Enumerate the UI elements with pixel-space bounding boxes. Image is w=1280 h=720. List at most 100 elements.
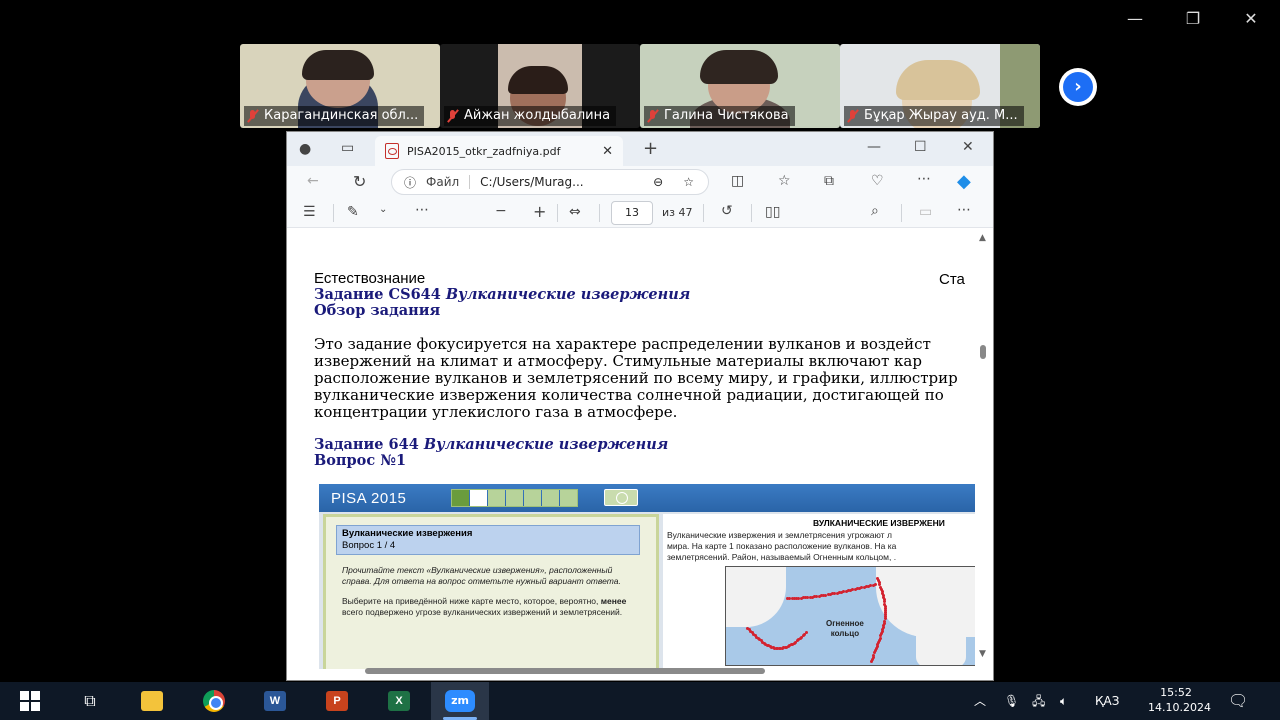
show-hidden-icons[interactable]: ︿	[974, 682, 986, 720]
volcano-map[interactable]: Огненное кольцо	[725, 566, 975, 666]
participant-tile[interactable]: Карагандинская обл...	[240, 44, 440, 128]
pisa-header: PISA 2015	[319, 484, 975, 512]
pisa-screenshot: PISA 2015 Вулканические извержения Вопро…	[319, 484, 975, 669]
split-screen-icon[interactable]: ◫	[731, 173, 744, 189]
stimulus-title: ВУЛКАНИЧЕСКИЕ ИЗВЕРЖЕНИ	[813, 518, 945, 528]
tab-close-icon[interactable]: ✕	[602, 144, 613, 159]
file-explorer-icon[interactable]	[138, 687, 166, 715]
save-icon[interactable]: ▭	[919, 204, 932, 220]
timer-icon	[604, 489, 638, 506]
maximize-icon[interactable]: ☐	[914, 139, 927, 155]
zoom-out-icon[interactable]: −	[495, 203, 507, 219]
notifications-icon[interactable]: 🗨︎	[1228, 682, 1248, 720]
pisa-title: PISA 2015	[331, 490, 407, 507]
participant-tile[interactable]: Бұқар Жырау ауд. М...	[840, 44, 1040, 128]
microphone-icon[interactable]: 🎙︎	[1004, 682, 1019, 720]
close-icon[interactable]: ✕	[1236, 8, 1266, 30]
rotate-icon[interactable]: ↺	[721, 203, 733, 219]
task-view-icon[interactable]: ⧉	[76, 687, 104, 715]
question-heading: Вопрос №1	[314, 452, 407, 469]
zoom-taskbar-button[interactable]: zm	[431, 682, 489, 720]
tab-actions-icon[interactable]: ▭	[341, 140, 354, 156]
url-text: C:/Users/Murag...	[480, 175, 584, 189]
address-bar[interactable]: ⓘ Файл C:/Users/Murag... ⊖ ☆	[391, 169, 709, 195]
question-panel: Вулканические извержения Вопрос 1 / 4 Пр…	[323, 514, 659, 669]
taskbar: ⧉ W P X zm ︿ 🎙︎ 🖧︎ 🔈︎ ҚАЗ 15:52 14.10.20…	[0, 682, 1280, 720]
powerpoint-icon[interactable]: P	[323, 687, 351, 715]
minimize-icon[interactable]: —	[867, 139, 881, 155]
volume-icon[interactable]: 🔈︎	[1060, 682, 1067, 720]
page-count: из 47	[662, 206, 693, 219]
zoom-in-icon[interactable]: +	[533, 202, 546, 221]
mic-muted-icon	[246, 109, 260, 123]
mic-muted-icon	[846, 109, 860, 123]
browser-window: ● ▭ PISA2015_otkr_zadfniya.pdf ✕ + — ☐ ✕…	[286, 131, 994, 681]
copilot-icon[interactable]: ◆	[957, 171, 971, 192]
pdf-toolbar: ☰ ✎ ⌄ ⋯ − + ⇔ 13 из 47 ↺ ▯▯ ⌕ ▭ ⋯	[287, 198, 993, 228]
tab-pdf[interactable]: PISA2015_otkr_zadfniya.pdf ✕	[375, 136, 623, 166]
horizontal-scrollbar[interactable]	[365, 668, 765, 674]
close-icon[interactable]: ✕	[962, 139, 974, 155]
chevron-right-icon: ›	[1063, 72, 1093, 102]
chrome-icon[interactable]	[200, 687, 228, 715]
progress-indicator	[451, 489, 578, 507]
new-tab-button[interactable]: +	[643, 138, 658, 159]
question-box: Вулканические извержения Вопрос 1 / 4	[336, 525, 640, 555]
participant-name: Бұқар Жырау ауд. М...	[844, 106, 1024, 126]
task-heading-2: Задание 644 Вулканические извержения	[314, 436, 669, 453]
favorites-icon[interactable]: ☆	[778, 173, 791, 189]
question-text: Прочитайте текст «Вулканические извержен…	[342, 565, 627, 617]
tab-title: PISA2015_otkr_zadfniya.pdf	[407, 144, 561, 158]
tab-bar: ● ▭ PISA2015_otkr_zadfniya.pdf ✕ + — ☐ ✕	[287, 132, 993, 166]
participant-name: Галина Чистякова	[644, 106, 795, 126]
restore-icon[interactable]: ❐	[1178, 8, 1208, 30]
contents-icon[interactable]: ☰	[303, 204, 316, 220]
start-button[interactable]	[16, 687, 44, 715]
address-bar-row: ← ↻ ⓘ Файл C:/Users/Murag... ⊖ ☆ ◫ ☆ ⧉ ♡…	[287, 166, 993, 198]
volcano-dot	[804, 631, 808, 635]
network-icon[interactable]: 🖧︎	[1032, 682, 1045, 720]
highlight-icon[interactable]: ✎	[347, 204, 359, 220]
back-icon[interactable]: ←	[307, 173, 319, 189]
collections-icon[interactable]: ⧉	[824, 173, 834, 189]
excel-icon[interactable]: X	[385, 687, 413, 715]
browser-essentials-icon[interactable]: ♡	[871, 173, 884, 189]
search-icon[interactable]: ⌕	[871, 203, 879, 219]
page-view-icon[interactable]: ▯▯	[765, 204, 780, 220]
minimize-icon[interactable]: —	[1120, 8, 1150, 30]
subject-label: Естествознание	[314, 270, 426, 287]
mic-muted-icon	[446, 109, 460, 123]
language-indicator[interactable]: ҚАЗ	[1095, 682, 1119, 720]
more-tools-icon[interactable]: ⋯	[415, 202, 429, 218]
zoom-meeting-window: — ❐ ✕ Карагандинская обл... Айжан жолдыб…	[0, 0, 1280, 720]
clock[interactable]: 15:52 14.10.2024	[1148, 685, 1211, 715]
windows-icon	[20, 691, 40, 711]
participant-tile[interactable]: Галина Чистякова	[640, 44, 840, 128]
stimulus-panel: ВУЛКАНИЧЕСКИЕ ИЗВЕРЖЕНИ Вулканические из…	[663, 514, 975, 669]
zoom-icon[interactable]: ⊖	[653, 175, 663, 189]
fit-page-icon[interactable]: ⇔	[569, 204, 581, 220]
refresh-icon[interactable]: ↻	[353, 172, 366, 191]
subject-right-label: Ста	[939, 271, 965, 288]
pdf-icon	[385, 143, 399, 159]
more-icon[interactable]: ⋯	[917, 171, 931, 187]
chevron-down-icon[interactable]: ⌄	[379, 204, 387, 215]
pdf-page: Естествознание Ста Задание CS644 Вулкани…	[288, 229, 976, 669]
participant-tile[interactable]: Айжан жолдыбалина	[440, 44, 640, 128]
profile-icon[interactable]: ●	[299, 141, 311, 157]
vertical-scrollbar[interactable]: ▲ ▼	[977, 229, 991, 659]
task-heading: Задание CS644 Вулканические извержения	[314, 286, 691, 303]
settings-more-icon[interactable]: ⋯	[957, 202, 971, 218]
info-icon: ⓘ	[404, 175, 417, 190]
word-icon[interactable]: W	[261, 687, 289, 715]
page-number-input[interactable]: 13	[611, 201, 653, 225]
next-participants-button[interactable]: ›	[1059, 68, 1097, 106]
mic-muted-icon	[646, 109, 660, 123]
ring-of-fire-label: Огненное кольцо	[826, 619, 864, 638]
zoom-icon: zm	[445, 690, 475, 712]
task-paragraph: Это задание фокусируется на характере ра…	[314, 336, 958, 421]
overview-heading: Обзор задания	[314, 302, 441, 319]
stimulus-text: Вулканические извержения и землетрясения…	[667, 530, 897, 562]
participant-name: Карагандинская обл...	[244, 106, 425, 126]
favorite-star-icon[interactable]: ☆	[683, 175, 694, 189]
